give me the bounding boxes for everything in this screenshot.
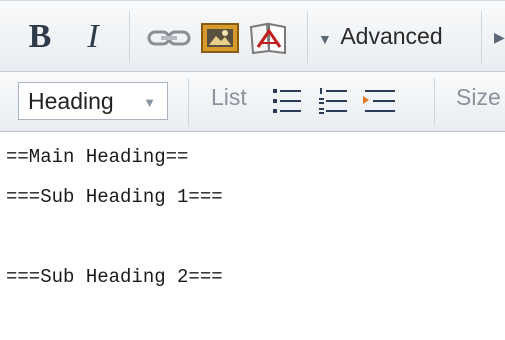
editor-line: ===Sub Heading 1=== — [6, 186, 223, 208]
toolbar-divider — [188, 78, 189, 126]
chevron-down-icon: ▼ — [143, 95, 156, 110]
image-icon[interactable] — [201, 23, 239, 53]
bold-button[interactable]: B — [24, 17, 56, 57]
toolbar-divider — [307, 11, 308, 63]
toolbar-divider — [129, 11, 130, 63]
advanced-menu-button[interactable]: ▼ Advanced — [318, 23, 443, 53]
bulleted-list-icon[interactable] — [272, 86, 302, 116]
pdf-icon[interactable] — [249, 21, 289, 55]
triangle-right-icon[interactable]: ▶ — [494, 29, 505, 46]
size-label: Size — [456, 84, 501, 110]
toolbar-row-formatting: B I ▼ Advanced ▶ — [0, 0, 505, 72]
italic-button[interactable]: I — [78, 17, 108, 57]
toolbar-row-structure: Heading ▼ List Size — [0, 72, 505, 132]
heading-dropdown[interactable]: Heading ▼ — [18, 82, 168, 120]
editor-line: ==Main Heading== — [6, 146, 189, 168]
advanced-label: Advanced — [340, 23, 443, 49]
indent-list-icon[interactable] — [362, 86, 396, 116]
list-label: List — [211, 84, 247, 110]
heading-dropdown-value: Heading — [28, 88, 114, 114]
wikitext-editor[interactable]: ==Main Heading== ===Sub Heading 1=== ===… — [0, 133, 505, 340]
numbered-list-icon[interactable] — [318, 86, 348, 116]
editor-line: ===Sub Heading 2=== — [6, 266, 223, 288]
triangle-down-icon: ▼ — [318, 31, 332, 47]
link-icon[interactable] — [147, 29, 191, 47]
toolbar-divider — [481, 11, 482, 63]
toolbar-divider — [434, 78, 435, 126]
